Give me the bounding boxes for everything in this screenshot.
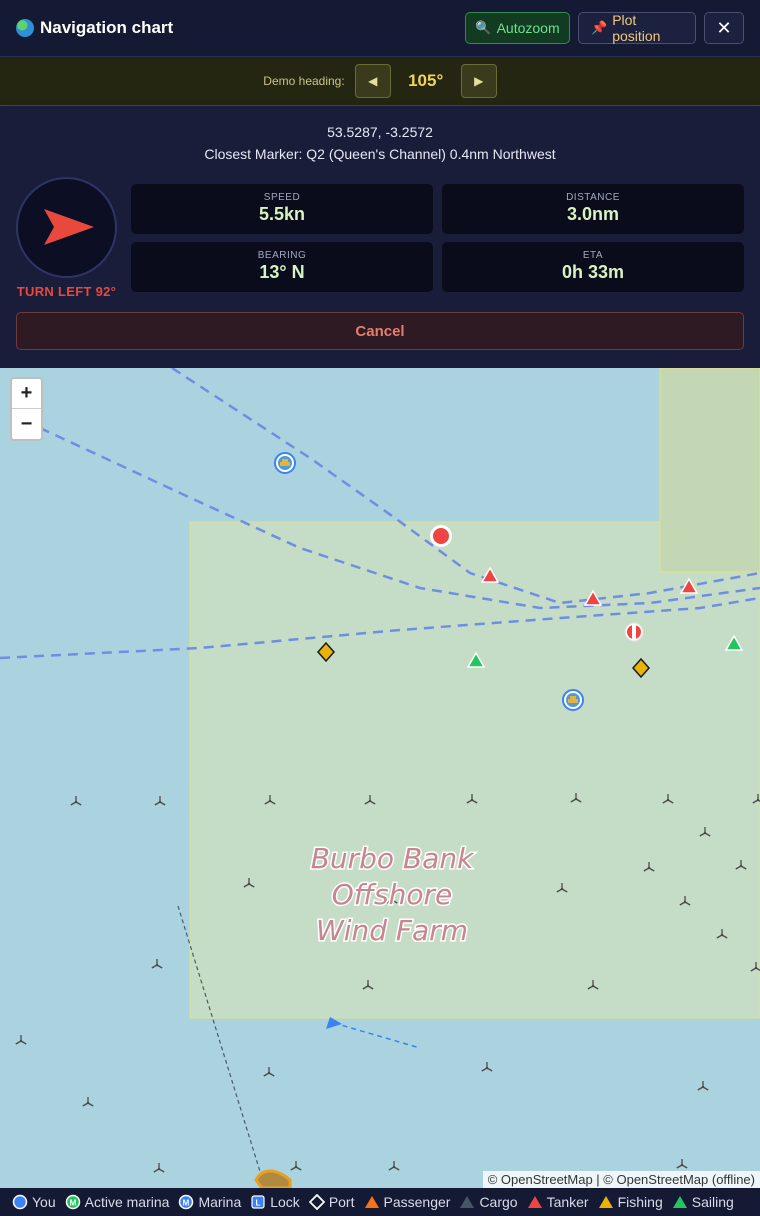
- bearing-key: BEARING: [257, 250, 307, 261]
- circle-icon: [12, 1194, 28, 1210]
- eta-card: ETA 0h 33m: [442, 242, 744, 292]
- plot-position-label: Plot position: [612, 12, 661, 44]
- map-legend: You M Active marina M Marina L Lock Port Passeng…: [0, 1188, 760, 1216]
- wind-farm-label: Burbo Bank Offshore Wind Farm: [309, 841, 476, 949]
- svg-text:M: M: [183, 1199, 190, 1208]
- legend-item-tanker: Tanker: [527, 1194, 589, 1210]
- marina-icon[interactable]: [274, 452, 296, 474]
- magnifier-icon: 🔍: [475, 20, 492, 35]
- safe-water-buoy-icon[interactable]: [624, 622, 644, 642]
- legend-label: Passenger: [383, 1194, 451, 1210]
- marina-icon[interactable]: [562, 689, 584, 711]
- demo-heading-label: Demo heading:: [263, 74, 345, 88]
- diamond-icon: [308, 1194, 325, 1210]
- closest-marker-icon[interactable]: [430, 525, 452, 547]
- zoom-out-button[interactable]: −: [12, 409, 41, 439]
- app-title: Navigation chart: [16, 18, 457, 38]
- legend-item-port: Port: [308, 1194, 355, 1210]
- legend-label: You: [32, 1194, 56, 1210]
- zoom-in-button[interactable]: +: [12, 379, 41, 409]
- triangle-left-icon: ◀: [368, 74, 378, 88]
- heading-decrease-button[interactable]: ◀: [354, 64, 391, 98]
- speed-value: 5.5kn: [258, 204, 306, 224]
- legend-label: Lock: [270, 1194, 300, 1210]
- autozoom-button[interactable]: 🔍 Autozoom: [465, 12, 570, 44]
- app-title-text: Navigation chart: [40, 18, 174, 37]
- cancel-button[interactable]: Cancel: [16, 312, 744, 350]
- app-header: Navigation chart 🔍 Autozoom 📌 Plot posit…: [0, 0, 760, 57]
- triangle-icon: [672, 1194, 688, 1210]
- square-icon: L: [250, 1194, 266, 1210]
- demo-heading-value: 105°: [408, 71, 444, 90]
- svg-text:Wind Farm: Wind Farm: [316, 914, 468, 947]
- bearing-card: BEARING 13° N: [131, 242, 433, 292]
- circle-icon: M: [178, 1194, 194, 1210]
- globe-icon: [16, 19, 34, 37]
- eta-key: ETA: [582, 250, 604, 261]
- navigation-panel: 53.5287, -3.2572 Closest Marker: Q2 (Que…: [0, 106, 760, 368]
- map-attribution: © OpenStreetMap | © OpenStreetMap (offli…: [482, 1171, 760, 1188]
- restricted-area: [659, 368, 760, 573]
- legend-item-lock: L Lock: [250, 1194, 300, 1210]
- pin-icon: 📌: [591, 20, 608, 35]
- svg-text:Burbo Bank: Burbo Bank: [311, 842, 475, 875]
- triangle-right-icon: ▶: [474, 74, 484, 88]
- cancel-label: Cancel: [355, 322, 405, 340]
- legend-label: Marina: [198, 1194, 242, 1210]
- legend-item-you: You: [12, 1194, 56, 1210]
- distance-card: DISTANCE 3.0nm: [442, 184, 744, 234]
- legend-label: Cargo: [479, 1194, 518, 1210]
- speed-key: SPEED: [263, 192, 301, 203]
- direction-compass: [16, 177, 117, 278]
- map-layer: Burbo Bank Offshore Wind Farm: [0, 368, 760, 1188]
- zoom-control: + −: [10, 377, 43, 441]
- distance-key: DISTANCE: [566, 192, 620, 203]
- plot-position-button[interactable]: 📌 Plot position: [578, 12, 696, 44]
- svg-text:Offshore: Offshore: [332, 878, 452, 911]
- legend-item-cargo: Cargo: [459, 1194, 518, 1210]
- legend-label: Fishing: [617, 1194, 663, 1210]
- direction-arrow-icon: [44, 209, 94, 245]
- demo-heading-bar: Demo heading: ◀ 105° ▶: [0, 57, 760, 106]
- triangle-icon: [598, 1194, 614, 1210]
- legend-label: Sailing: [691, 1194, 734, 1210]
- heading-increase-button[interactable]: ▶: [460, 64, 497, 98]
- bearing-value: 13° N: [259, 262, 305, 282]
- close-icon: ✕: [716, 17, 732, 38]
- current-coordinates: 53.5287, -3.2572: [327, 124, 433, 140]
- legend-label: Port: [328, 1194, 355, 1210]
- map-canvas[interactable]: Burbo Bank Offshore Wind Farm + − © Open…: [0, 368, 760, 1188]
- svg-text:M: M: [69, 1199, 76, 1208]
- legend-item-active-marina: M Active marina: [65, 1194, 170, 1210]
- legend-item-sailing: Sailing: [672, 1194, 734, 1210]
- circle-icon: M: [65, 1194, 81, 1210]
- legend-item-passenger: Passenger: [364, 1194, 451, 1210]
- autozoom-label: Autozoom: [496, 20, 560, 36]
- legend-label: Tanker: [546, 1194, 589, 1210]
- legend-item-fishing: Fishing: [598, 1194, 663, 1210]
- triangle-icon: [459, 1194, 475, 1210]
- triangle-icon: [527, 1194, 543, 1210]
- closest-marker: Closest Marker: Q2 (Queen's Channel) 0.4…: [204, 146, 556, 162]
- eta-value: 0h 33m: [561, 262, 625, 282]
- legend-label: Active marina: [84, 1194, 170, 1210]
- legend-item-marina: M Marina: [178, 1194, 241, 1210]
- triangle-icon: [364, 1194, 380, 1210]
- speed-card: SPEED 5.5kn: [131, 184, 433, 234]
- turn-instruction: TURN LEFT 92°: [16, 284, 117, 299]
- distance-value: 3.0nm: [566, 204, 620, 224]
- svg-text:L: L: [256, 1199, 261, 1208]
- close-button[interactable]: ✕: [704, 12, 744, 44]
